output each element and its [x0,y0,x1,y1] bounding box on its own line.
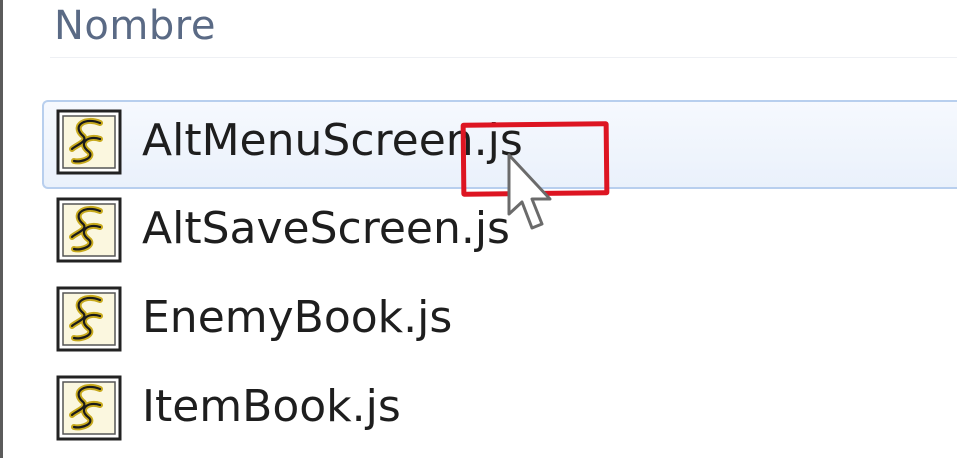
file-explorer-view: Nombre AltMenuScreen.js AltSaveScreen.js… [0,0,957,458]
mouse-pointer-icon [506,152,558,234]
file-row-enemybook[interactable]: EnemyBook.js [42,277,957,366]
script-file-icon [56,109,122,175]
script-file-icon [56,197,122,263]
script-file-icon [56,286,122,352]
file-name[interactable]: ItemBook.js [142,378,401,436]
file-name[interactable]: EnemyBook.js [142,289,452,347]
script-file-icon [56,375,122,441]
window-border [0,0,3,458]
name-column-header[interactable]: Nombre [50,0,957,58]
file-row-itembook[interactable]: ItemBook.js [42,366,957,455]
header-divider [50,57,957,58]
file-name[interactable]: AltSaveScreen.js [142,200,510,258]
file-row-altsavescreen[interactable]: AltSaveScreen.js [42,188,957,277]
name-column-label: Nombre [54,3,216,49]
